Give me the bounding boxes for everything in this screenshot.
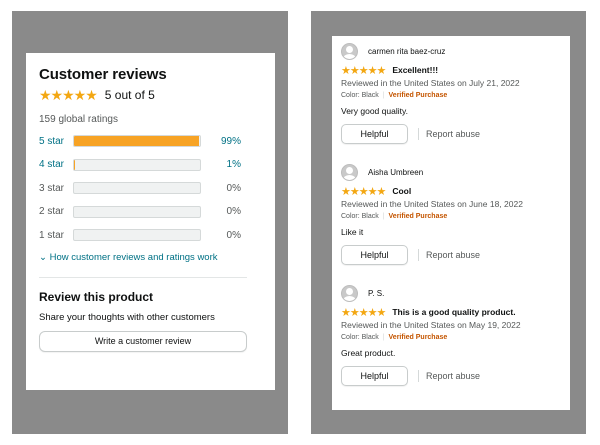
histogram-row-2-star: 2 star 0%: [39, 205, 261, 218]
review-actions: Helpful Report abuse: [341, 124, 561, 144]
histogram-percent: 0%: [226, 206, 241, 217]
review-item: Aisha Umbreen ★★★★★ Cool Reviewed in the…: [341, 162, 561, 283]
reviewer-name[interactable]: carmen rita baez-cruz: [368, 47, 445, 56]
review-body: Great product.: [341, 348, 396, 358]
histogram-row-3-star: 3 star 0%: [39, 182, 261, 194]
histogram-row-1-star: 1 star 0%: [39, 229, 261, 241]
review-body: Like it: [341, 227, 364, 237]
review-color: Color: Black: [341, 213, 379, 220]
how-reviews-work-label[interactable]: How customer reviews and ratings work: [50, 252, 218, 263]
review-title[interactable]: Cool: [392, 186, 411, 196]
review-item: carmen rita baez-cruz ★★★★★ Excellent!!!…: [341, 41, 561, 162]
avatar-icon: [341, 284, 358, 302]
review-title[interactable]: This is a good quality product.: [392, 307, 515, 317]
overall-rating[interactable]: ★★★★★ 5 out of 5: [39, 87, 261, 103]
review-rating-row: ★★★★★ Excellent!!!: [341, 63, 561, 77]
histogram-label[interactable]: 5 star: [39, 136, 73, 147]
share-thoughts-text: Share your thoughts with other customers: [39, 311, 215, 323]
histogram-row-5-star[interactable]: 5 star 99%: [39, 135, 261, 147]
review-actions: Helpful Report abuse: [341, 366, 561, 386]
rating-text: 5 out of 5: [104, 88, 155, 102]
review-color: Color: Black: [341, 334, 379, 341]
histogram-row-4-star[interactable]: 4 star 1%: [39, 158, 261, 171]
attr-separator: |: [382, 213, 385, 220]
histogram-bar[interactable]: [73, 135, 201, 147]
customer-reviews-summary: Customer reviews ★★★★★ 5 out of 5 159 gl…: [26, 53, 275, 390]
histogram-percent: 0%: [226, 229, 241, 241]
verified-purchase-badge: Verified Purchase: [388, 213, 448, 220]
review-this-product-heading: Review this product: [39, 289, 154, 304]
rating-stars-icon: ★★★★★: [39, 87, 98, 103]
histogram-bar: [73, 182, 201, 194]
rating-histogram: 5 star 99% 4 star 1% 3 star 0% 2 star 0%…: [39, 135, 261, 241]
attr-separator: |: [382, 92, 385, 99]
verified-purchase-badge: Verified Purchase: [388, 92, 448, 99]
review-actions: Helpful Report abuse: [341, 245, 561, 265]
histogram-bar-fill: [74, 159, 76, 170]
histogram-percent: 0%: [226, 182, 241, 194]
action-separator: [418, 370, 419, 382]
avatar-icon: [341, 42, 358, 60]
helpful-button[interactable]: Helpful: [341, 245, 408, 265]
report-abuse-link[interactable]: Report abuse: [426, 371, 480, 381]
review-stars-icon: ★★★★★: [341, 64, 386, 77]
review-rating-row: ★★★★★ Cool: [341, 184, 561, 198]
report-abuse-link[interactable]: Report abuse: [426, 250, 480, 260]
review-date: Reviewed in the United States on June 18…: [341, 199, 523, 209]
reviews-list: carmen rita baez-cruz ★★★★★ Excellent!!!…: [332, 36, 570, 410]
review-attributes: Color: Black | Verified Purchase: [341, 213, 561, 220]
reviewer-profile[interactable]: P. S.: [341, 283, 561, 303]
histogram-label: 1 star: [39, 229, 65, 241]
verified-purchase-badge: Verified Purchase: [388, 334, 448, 341]
action-separator: [418, 249, 419, 261]
attr-separator: |: [382, 334, 385, 341]
histogram-percent[interactable]: 99%: [201, 136, 241, 147]
action-separator: [418, 128, 419, 140]
review-stars-icon: ★★★★★: [341, 185, 386, 198]
histogram-label: 2 star: [39, 206, 65, 217]
how-reviews-work-link[interactable]: ⌄ How customer reviews and ratings work: [39, 252, 261, 263]
histogram-bar: [73, 229, 201, 241]
review-attributes: Color: Black | Verified Purchase: [341, 92, 561, 99]
write-review-button[interactable]: Write a customer review: [39, 330, 247, 352]
review-body: Very good quality.: [341, 106, 408, 116]
review-date: Reviewed in the United States on May 19,…: [341, 320, 521, 330]
divider: [39, 276, 247, 278]
histogram-bar-fill: [74, 136, 199, 146]
histogram-percent[interactable]: 1%: [201, 159, 241, 170]
review-attributes: Color: Black | Verified Purchase: [341, 334, 561, 341]
customer-reviews-title: Customer reviews: [39, 66, 167, 83]
review-color: Color: Black: [341, 92, 379, 99]
histogram-bar[interactable]: [73, 158, 201, 171]
reviewer-name[interactable]: P. S.: [368, 289, 384, 298]
reviewer-profile[interactable]: carmen rita baez-cruz: [341, 41, 561, 61]
histogram-bar: [73, 205, 201, 218]
review-title[interactable]: Excellent!!!: [392, 65, 438, 75]
review-stars-icon: ★★★★★: [341, 306, 386, 319]
reviewer-name[interactable]: Aisha Umbreen: [368, 168, 423, 177]
avatar-icon: [341, 163, 358, 181]
reviewer-profile[interactable]: Aisha Umbreen: [341, 162, 561, 182]
helpful-button[interactable]: Helpful: [341, 366, 408, 386]
helpful-button[interactable]: Helpful: [341, 124, 408, 144]
review-item: P. S. ★★★★★ This is a good quality produ…: [341, 283, 561, 404]
review-date: Reviewed in the United States on July 21…: [341, 78, 520, 88]
review-rating-row: ★★★★★ This is a good quality product.: [341, 305, 561, 319]
report-abuse-link[interactable]: Report abuse: [426, 129, 480, 139]
chevron-down-icon: ⌄: [39, 251, 47, 263]
global-ratings-count: 159 global ratings: [39, 114, 118, 125]
histogram-label: 3 star: [39, 182, 65, 194]
histogram-label[interactable]: 4 star: [39, 159, 73, 170]
